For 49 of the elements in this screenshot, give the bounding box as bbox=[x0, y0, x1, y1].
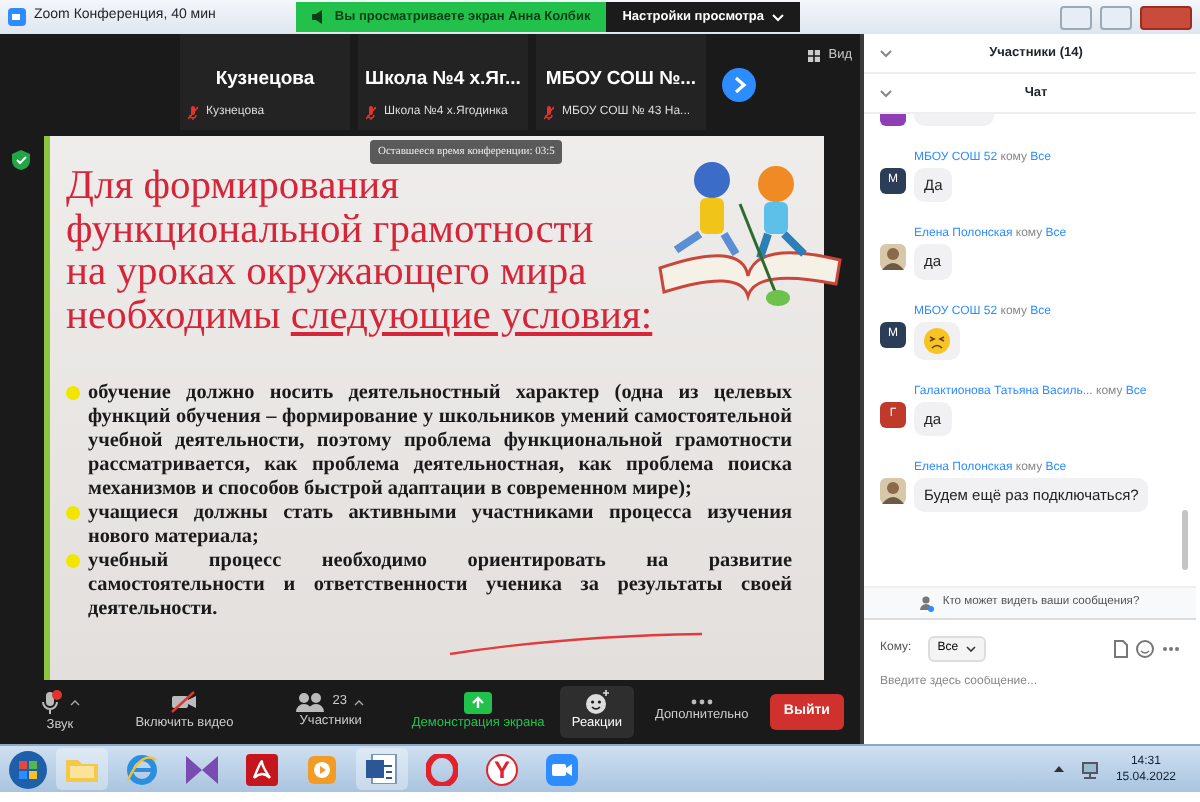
photo-avatar-icon bbox=[880, 477, 906, 504]
bullet-text: учащиеся должны стать активными участниками процесса изучения нового материала; bbox=[88, 502, 792, 550]
participant-name: МБОУ СОШ №... bbox=[545, 66, 697, 94]
smiley-plus-icon bbox=[583, 690, 610, 715]
share-screen-icon bbox=[464, 691, 493, 714]
tray-arrow-icon[interactable] bbox=[1053, 766, 1064, 772]
globe-icon bbox=[126, 753, 158, 785]
taskbar-app[interactable] bbox=[356, 748, 408, 790]
shield-icon bbox=[12, 150, 30, 170]
next-arrow-button[interactable] bbox=[722, 68, 756, 102]
folder-icon bbox=[66, 756, 98, 782]
play-icon bbox=[308, 755, 336, 783]
start-button[interactable] bbox=[8, 749, 48, 789]
people-icon bbox=[296, 692, 325, 713]
chevron-down-icon bbox=[880, 89, 892, 97]
network-icon[interactable] bbox=[1079, 759, 1100, 779]
bullet-text: учебный процесс необходимо ориентировать на развитие самостоятельности и ответственности ученика за результаты своей деятельности. bbox=[88, 550, 792, 622]
file-icon[interactable] bbox=[1114, 640, 1128, 658]
bullet-text: обучение должно носить деятельностный характер (одна из целевых функций обучения – формирование у школьников умений самостоятельной учебной деятельности, поэтому проблема функциональной грамотности рассматривается, как проблема деятельностная, как проблема поиска механизмов и способов быстрой адаптации в современном мире); bbox=[88, 382, 792, 502]
persevering-face-icon bbox=[924, 327, 950, 353]
emoji-icon[interactable] bbox=[1136, 640, 1154, 658]
person-icon bbox=[920, 595, 935, 611]
yandex-logo: Y bbox=[486, 753, 518, 785]
scrollbar-thumb[interactable] bbox=[1182, 510, 1188, 570]
speaker-icon bbox=[312, 10, 327, 24]
chevron-down-icon bbox=[880, 49, 892, 57]
bullet-dot bbox=[66, 506, 80, 520]
more-icon[interactable] bbox=[1162, 646, 1180, 652]
photo-avatar-icon bbox=[880, 244, 906, 271]
slide-title-line: Для формирования bbox=[66, 166, 402, 209]
taskbar-app[interactable]: Y bbox=[476, 748, 528, 790]
participant-name: Школа №4 х.Яг... bbox=[365, 66, 521, 94]
zoom-app-icon bbox=[8, 8, 26, 26]
grid-icon bbox=[808, 49, 821, 62]
bullet-dot bbox=[66, 386, 80, 400]
chevron-down-icon bbox=[966, 646, 977, 652]
ring-icon bbox=[426, 753, 458, 785]
slide-title-line: на уроках окружающего мира bbox=[66, 252, 587, 295]
close-button[interactable] bbox=[1140, 5, 1192, 29]
caret-icon bbox=[354, 699, 365, 706]
bullet-dot bbox=[66, 554, 80, 568]
video-camera-icon bbox=[546, 753, 578, 785]
more-icon bbox=[689, 698, 714, 707]
caret-icon bbox=[70, 699, 81, 706]
slide-title-line: функциональной грамотности bbox=[66, 209, 596, 252]
participant-name: Кузнецова bbox=[215, 66, 315, 94]
slide-title-line: необходимы следующие условия: bbox=[66, 295, 653, 338]
chevron-down-icon bbox=[772, 13, 784, 21]
bowtie-icon bbox=[186, 755, 218, 783]
